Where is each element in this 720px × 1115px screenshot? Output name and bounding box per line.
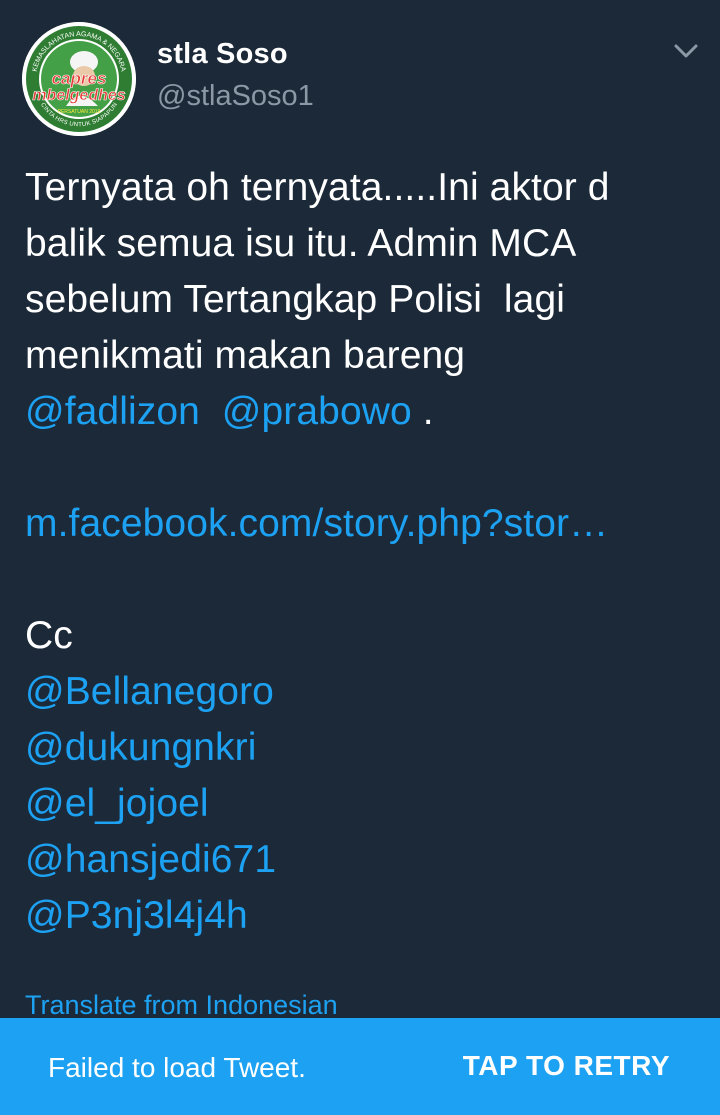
tweet-header: capres mbelgedhes PERSATUAN 2019 KEMASLA… [0,0,720,150]
url-link[interactable]: m.facebook.com/story.php?stor… [25,496,705,552]
mention-link[interactable]: @el_jojoel [25,776,705,832]
mentions-line: @fadlizon @prabowo . [25,384,705,440]
avatar-logo-text-3: PERSATUAN 2019 [58,109,101,115]
mention-link[interactable]: @P3nj3l4j4h [25,888,705,944]
avatar-logo-text-1: capres [52,69,107,88]
tweet-line: menikmati makan bareng [25,334,466,377]
mention-link[interactable]: @hansjedi671 [25,832,705,888]
tweet-line: balik semua isu itu. Admin MCA [25,222,577,265]
user-handle[interactable]: @stlaSoso1 [157,80,314,113]
cc-label: Cc [25,614,73,657]
avatar[interactable]: capres mbelgedhes PERSATUAN 2019 KEMASLA… [22,22,136,136]
avatar-logo-text-2: mbelgedhes [32,87,125,104]
period-text: . [422,390,434,433]
chevron-down-icon[interactable] [668,36,704,66]
mention-link[interactable]: @Bellanegoro [25,664,705,720]
tweet-text: Ternyata oh ternyata.....Ini aktor d bal… [25,160,705,944]
translate-link[interactable]: Translate from Indonesian [25,990,338,1021]
mention-link[interactable]: @fadlizon [25,390,200,433]
mention-link[interactable]: @dukungnkri [25,720,705,776]
mention-link[interactable]: @prabowo [222,390,412,433]
retry-button[interactable]: TAP TO RETRY [463,1050,670,1082]
snackbar: Failed to load Tweet. TAP TO RETRY [0,1018,720,1115]
snackbar-message: Failed to load Tweet. [48,1052,306,1083]
display-name[interactable]: stla Soso [157,38,288,71]
tweet-line: Ternyata oh ternyata.....Ini aktor d [25,166,610,209]
tweet-line: sebelum Tertangkap Polisi lagi [25,278,566,321]
